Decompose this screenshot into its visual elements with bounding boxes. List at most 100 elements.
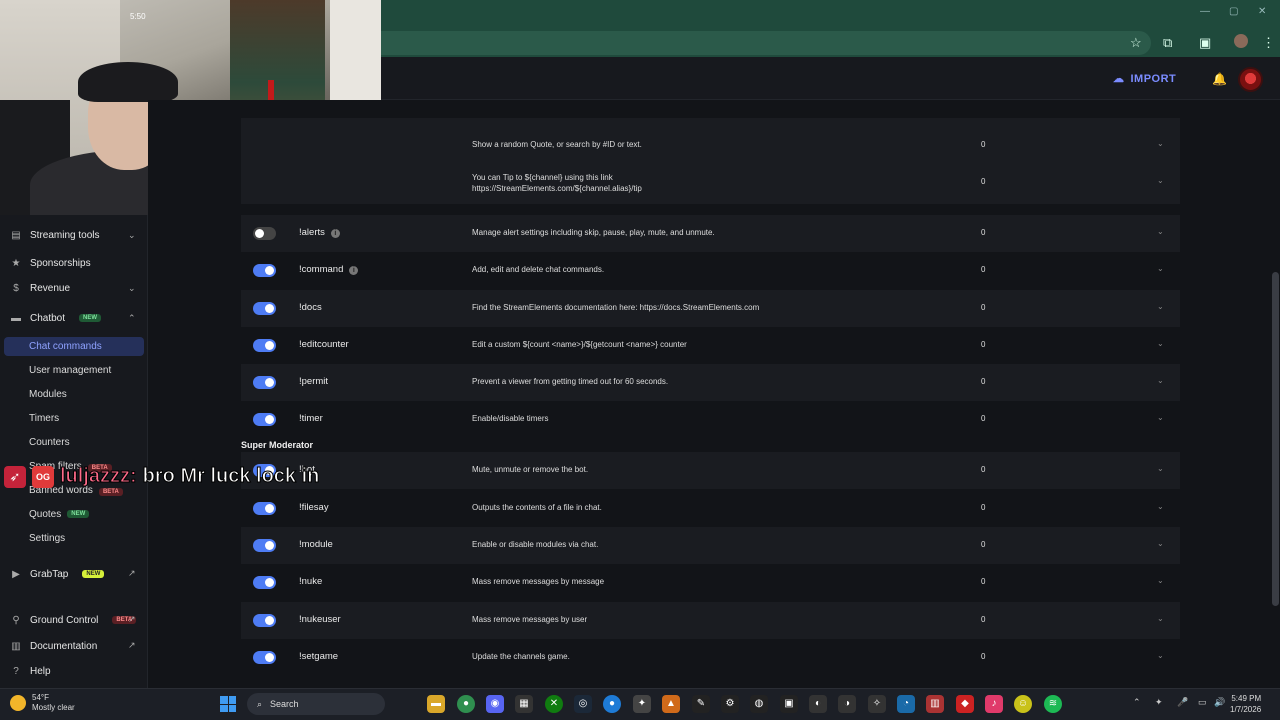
file-explorer-icon[interactable]: ▬ bbox=[427, 695, 445, 713]
sidebar-item-help[interactable]: ? Help bbox=[10, 665, 50, 677]
table-row[interactable]: !bot Mute, unmute or remove the bot. 0 ⌄ bbox=[241, 452, 1180, 489]
chevron-down-icon[interactable]: ⌄ bbox=[1157, 376, 1164, 385]
sidebar-item-streaming-tools[interactable]: ▤ Streaming tools ⌄ bbox=[10, 229, 135, 241]
taskbar-clock[interactable]: 5:49 PM 1/7/2026 bbox=[1230, 693, 1261, 715]
import-button[interactable]: ☁ IMPORT bbox=[1113, 72, 1176, 86]
sidebar-item-settings[interactable]: Settings bbox=[29, 533, 65, 544]
table-row[interactable]: You can Tip to ${channel} using this lin… bbox=[241, 164, 1180, 204]
app-icon[interactable]: ✧ bbox=[868, 695, 886, 713]
table-row[interactable]: !nukeuser Mass remove messages by user 0… bbox=[241, 602, 1180, 639]
sidebar-item-timers[interactable]: Timers bbox=[29, 413, 59, 424]
table-row[interactable]: !command i Add, edit and delete chat comm… bbox=[241, 252, 1180, 289]
sidebar-item-modules[interactable]: Modules bbox=[29, 389, 67, 400]
chrome-icon[interactable]: ● bbox=[457, 695, 475, 713]
table-row[interactable]: !editcounter Edit a custom ${count <name… bbox=[241, 327, 1180, 364]
mic-icon[interactable]: 🎤 bbox=[1177, 697, 1188, 708]
chevron-down-icon[interactable]: ⌄ bbox=[1157, 464, 1164, 473]
taskbar-search[interactable]: ⌕ Search bbox=[247, 693, 385, 715]
table-row[interactable]: !filesay Outputs the contents of a file … bbox=[241, 490, 1180, 527]
table-row[interactable]: !permit Prevent a viewer from getting ti… bbox=[241, 364, 1180, 401]
table-row[interactable]: !nuke Mass remove messages by message 0 … bbox=[241, 564, 1180, 601]
browser-icon[interactable]: ● bbox=[603, 695, 621, 713]
app-icon[interactable]: ▦ bbox=[515, 695, 533, 713]
table-row[interactable]: !docs Find the StreamElements documentat… bbox=[241, 290, 1180, 327]
chevron-up-icon[interactable]: ⌃ bbox=[1133, 697, 1141, 708]
volume-icon[interactable]: 🔊 bbox=[1214, 697, 1225, 708]
discord-icon[interactable]: ◉ bbox=[486, 695, 504, 713]
chevron-down-icon[interactable]: ⌄ bbox=[1157, 651, 1164, 660]
app-icon[interactable]: ▣ bbox=[780, 695, 798, 713]
app-icon[interactable]: ▥ bbox=[926, 695, 944, 713]
command-toggle[interactable] bbox=[253, 651, 276, 664]
chevron-down-icon[interactable]: ⌄ bbox=[1157, 264, 1164, 273]
sidebar-item-quotes[interactable]: Quotes NEW bbox=[29, 509, 90, 520]
command-toggle[interactable] bbox=[253, 376, 276, 389]
chevron-down-icon[interactable]: ⌄ bbox=[1157, 227, 1164, 236]
sidebar-item-user-management[interactable]: User management bbox=[29, 365, 111, 376]
sidebar-item-ground-control[interactable]: ⚲ Ground Control BETA bbox=[10, 614, 137, 626]
profile-avatar[interactable] bbox=[1234, 34, 1248, 48]
chevron-down-icon[interactable]: ⌄ bbox=[1157, 614, 1164, 623]
command-toggle[interactable] bbox=[253, 339, 276, 352]
xbox-icon[interactable]: ✕ bbox=[545, 695, 563, 713]
app-icon[interactable]: ▲ bbox=[662, 695, 680, 713]
windows-start-button[interactable] bbox=[220, 696, 236, 712]
maximize-icon[interactable]: ▢ bbox=[1229, 6, 1238, 17]
weather-widget[interactable]: 54°F Mostly clear bbox=[10, 693, 75, 713]
chevron-down-icon[interactable]: ⌄ bbox=[1157, 302, 1164, 311]
chevron-down-icon[interactable]: ⌄ bbox=[1157, 539, 1164, 548]
tray-icon[interactable]: ✦ bbox=[1155, 697, 1163, 708]
address-bar[interactable] bbox=[381, 31, 1151, 55]
sidepanel-icon[interactable]: ▣ bbox=[1199, 35, 1211, 51]
chevron-down-icon[interactable]: ⌄ bbox=[1157, 502, 1164, 511]
network-icon[interactable]: ▭ bbox=[1198, 697, 1207, 708]
info-icon[interactable]: i bbox=[349, 266, 359, 275]
command-toggle[interactable] bbox=[253, 413, 276, 426]
scrollbar[interactable] bbox=[1272, 272, 1279, 606]
sidebar-item-chat-commands[interactable]: Chat commands bbox=[29, 341, 102, 352]
table-row[interactable]: !setgame Update the channels game. 0 ⌄ bbox=[241, 639, 1180, 676]
music-icon[interactable]: ♪ bbox=[985, 695, 1003, 713]
app-icon[interactable]: ◔ bbox=[897, 695, 915, 713]
sidebar-item-chatbot[interactable]: ▬ Chatbot NEW ⌃ bbox=[10, 312, 136, 324]
chevron-down-icon[interactable]: ⌄ bbox=[1157, 576, 1164, 585]
menu-icon[interactable]: ⋮ bbox=[1262, 35, 1275, 51]
table-row[interactable]: !alerts i Manage alert settings including… bbox=[241, 215, 1180, 252]
sidebar-item-revenue[interactable]: $ Revenue ⌄ bbox=[10, 282, 135, 294]
minimize-icon[interactable]: — bbox=[1200, 6, 1210, 17]
command-toggle[interactable] bbox=[253, 614, 276, 627]
info-icon[interactable]: i bbox=[330, 229, 340, 238]
app-icon[interactable]: ◐ bbox=[809, 695, 827, 713]
table-row[interactable]: Show a random Quote, or search by #ID or… bbox=[241, 127, 1180, 164]
sidebar-item-sponsorships[interactable]: ★ Sponsorships bbox=[10, 257, 91, 269]
command-toggle[interactable] bbox=[253, 264, 276, 277]
table-row[interactable]: !timer Enable/disable timers 0 ⌄ bbox=[241, 401, 1180, 438]
chevron-down-icon[interactable]: ⌄ bbox=[1157, 413, 1164, 422]
obs-icon[interactable]: ◍ bbox=[750, 695, 768, 713]
sidebar-item-grabtap[interactable]: ▶ GrabTap NEW bbox=[10, 568, 105, 580]
app-icon[interactable]: ◑ bbox=[838, 695, 856, 713]
chevron-down-icon[interactable]: ⌄ bbox=[1157, 139, 1164, 148]
settings-icon[interactable]: ⚙ bbox=[721, 695, 739, 713]
chevron-down-icon[interactable]: ⌄ bbox=[1157, 339, 1164, 348]
command-toggle[interactable] bbox=[253, 502, 276, 515]
bookmark-star-icon[interactable]: ☆ bbox=[1130, 35, 1142, 51]
game-icon[interactable]: ✦ bbox=[633, 695, 651, 713]
steam-icon[interactable]: ◎ bbox=[574, 695, 592, 713]
close-icon[interactable]: ✕ bbox=[1258, 6, 1266, 17]
spotify-icon[interactable]: ≋ bbox=[1044, 695, 1062, 713]
app-icon[interactable]: ☺ bbox=[1014, 695, 1032, 713]
app-icon[interactable]: ✎ bbox=[692, 695, 710, 713]
avatar[interactable] bbox=[1238, 67, 1263, 92]
command-toggle[interactable] bbox=[253, 227, 276, 240]
sidebar-item-counters[interactable]: Counters bbox=[29, 437, 70, 448]
chevron-down-icon[interactable]: ⌄ bbox=[1157, 176, 1164, 185]
sidebar-item-documentation[interactable]: ▥ Documentation bbox=[10, 640, 97, 652]
app-icon[interactable]: ◆ bbox=[956, 695, 974, 713]
extensions-icon[interactable]: ⧉ bbox=[1163, 35, 1172, 51]
bell-icon[interactable]: 🔔 bbox=[1212, 72, 1227, 86]
command-toggle[interactable] bbox=[253, 302, 276, 315]
table-row[interactable]: !module Enable or disable modules via ch… bbox=[241, 527, 1180, 564]
command-toggle[interactable] bbox=[253, 539, 276, 552]
command-toggle[interactable] bbox=[253, 576, 276, 589]
